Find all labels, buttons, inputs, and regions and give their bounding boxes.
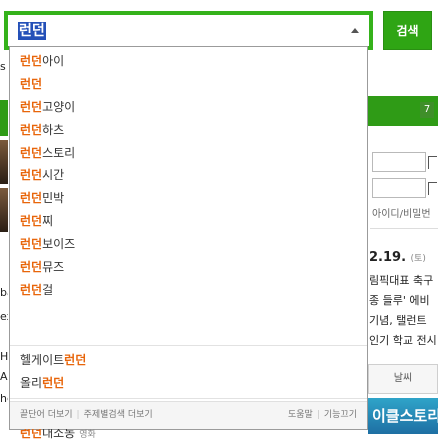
suggestion-item[interactable]: 런던민박 [10,187,367,210]
dropdown-footer: 끝단어 더보기 | 주제별검색 더보기 도움말 | 기능끄기 [10,401,367,429]
news-headline[interactable]: 인기 학교 전시 [369,332,437,348]
suggestion-item[interactable]: 헬게이트런던 [10,349,367,372]
suggestion-before: 올리 [20,375,43,390]
suggestion-match: 런던 [20,260,43,275]
search-button[interactable]: 검색 [383,11,432,50]
suggestion-match: 런던 [20,54,43,68]
search-input[interactable]: 런던 [18,22,46,40]
suggestion-match: 런던 [20,237,43,252]
separator: | [76,410,80,420]
divider [10,345,367,346]
suggestion-rest: 시간 [42,168,65,183]
background-text: s [0,60,6,73]
suggestion-list: 런던아이 런던 런던고양이 런던하츠 런던스토리 런던시간 런던민박 런던찌 런던보이즈 런던뮤즈… [10,50,367,302]
suggestion-match: 런던 [42,375,65,390]
suggestion-match: 런던 [20,145,43,160]
background-green-bar: 7 [368,96,438,126]
topic-more-link[interactable]: 주제별검색 더보기 [84,410,153,420]
disable-link[interactable]: 기능끄기 [324,410,357,420]
background-divider [370,228,438,229]
background-text: H [0,350,8,363]
suggestion-rest: 걸 [42,282,54,297]
background-thumbnail [0,140,8,184]
news-date: 2.19. (토) [369,250,426,265]
category-tag: 영화 [79,429,96,440]
suggestion-match: 런던 [64,353,87,367]
suggestion-match: 런던 [20,191,43,206]
suggestion-rest: 아이 [42,54,65,68]
suggestion-item[interactable]: 런던아이 [10,50,367,73]
word-more-link[interactable]: 끝단어 더보기 [20,410,73,420]
find-id-password-link[interactable]: 아이디/비밀번 [372,205,431,220]
suggestion-match: 런던 [20,76,43,91]
collapse-arrow-icon[interactable] [351,28,359,33]
suggestion-rest: 하츠 [42,122,65,137]
login-id-input[interactable] [372,152,426,172]
suggestion-match: 런던 [20,282,43,297]
suggestion-item[interactable]: 런던보이즈 [10,233,367,256]
suggestion-match: 런던 [20,168,43,183]
news-headline[interactable]: 림픽대표 축구 [369,272,433,288]
suggestion-item[interactable]: 런던시간 [10,164,367,187]
help-link[interactable]: 도움말 [288,410,313,420]
suggestion-match: 런던 [20,99,43,114]
contains-suggestion-list: 헬게이트런던 올리런던 [10,349,367,395]
suggestion-rest: 민박 [42,191,65,206]
background-text: ex [0,310,8,323]
suggestion-item[interactable]: 올리런던 [10,372,367,395]
suggestion-rest: 뮤즈 [42,260,65,275]
suggestion-item[interactable]: 런던하츠 [10,119,367,142]
news-headline[interactable]: 종 들루' 에비 [369,292,430,308]
suggestion-item[interactable]: 런던 [10,73,367,96]
background-text: ba [0,286,8,299]
suggestion-rest: 보이즈 [42,237,76,252]
suggestion-item[interactable]: 런던찌 [10,210,367,233]
suggestion-match: 런던 [20,214,43,229]
autocomplete-dropdown: 런던아이 런던 런던고양이 런던하츠 런던스토리 런던시간 런던민박 런던찌 런던보이즈 런던뮤즈… [9,46,368,440]
search-box[interactable]: 런던 [4,11,373,50]
promo-banner[interactable]: 이클스토리 [368,398,438,434]
weather-tab[interactable]: 날씨 [368,364,438,394]
background-text: he [0,392,8,405]
suggestion-item[interactable]: 런던스토리 [10,142,367,165]
suggestion-before: 헬게이트 [20,353,65,367]
login-password-input[interactable] [372,178,426,198]
suggestion-item[interactable]: 런던고양이 [10,96,367,119]
background-badge: 7 [420,102,434,118]
suggestion-item[interactable]: 런던뮤즈 [10,256,367,279]
background-bracket [428,156,437,169]
suggestion-item[interactable]: 런던걸 [10,279,367,302]
suggestion-rest: 고양이 [42,99,76,114]
news-headline[interactable]: 기념, 탤런트 [369,312,427,328]
suggestion-rest: 찌 [42,214,54,229]
background-thumbnail [0,188,8,232]
background-bracket [428,182,437,195]
suggestion-match: 런던 [20,122,43,137]
background-green-strip [0,100,8,136]
suggestion-rest: 스토리 [42,145,76,160]
background-text: Ac [0,370,8,383]
separator: | [316,410,320,420]
